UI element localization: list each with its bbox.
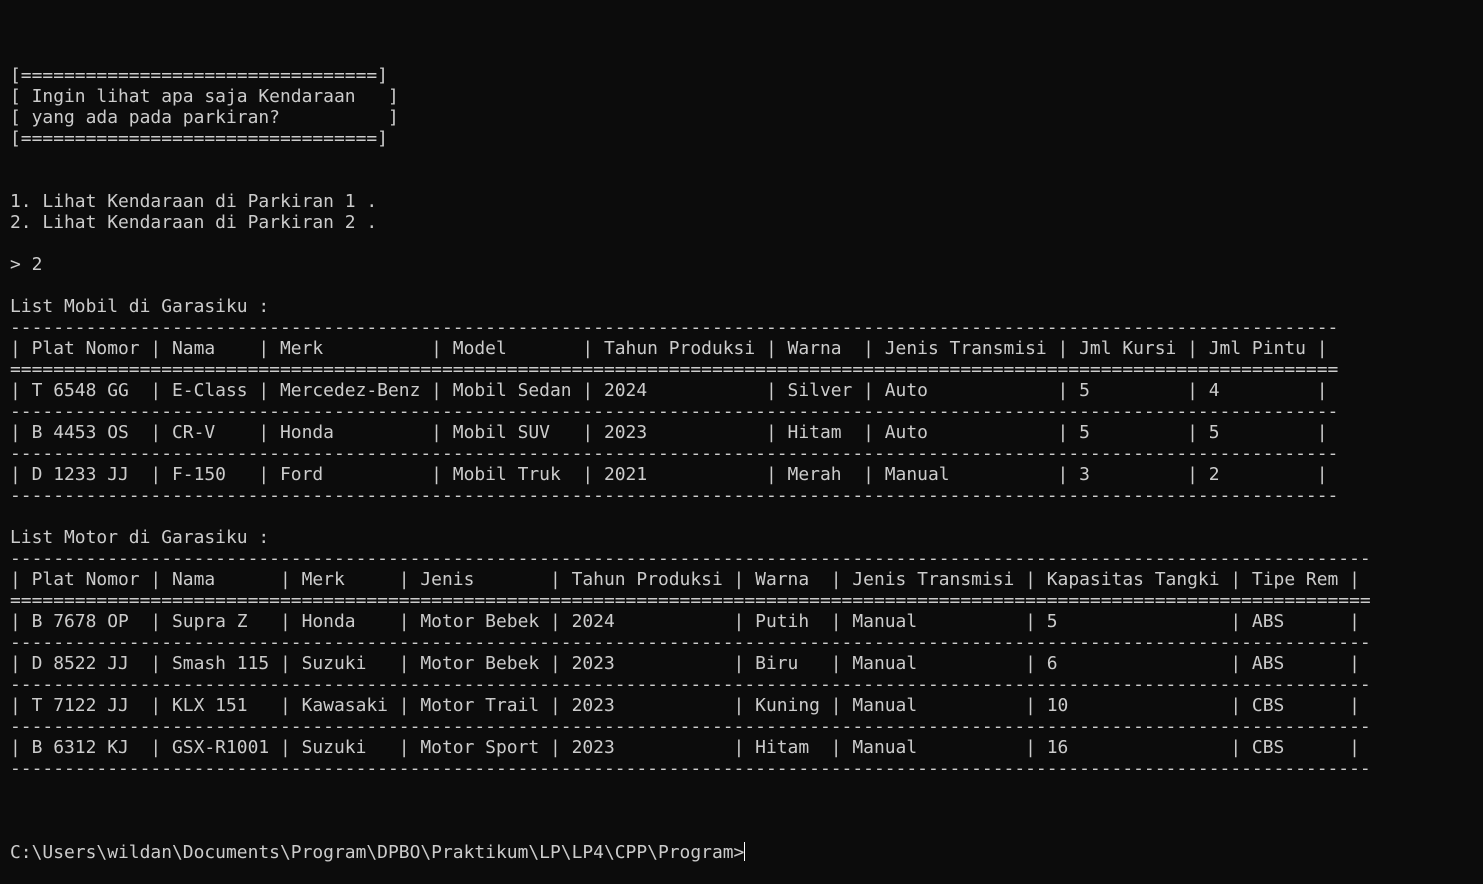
text-cursor	[744, 842, 746, 861]
terminal-line: ----------------------------------------…	[10, 674, 1371, 695]
terminal-line: [=================================]	[10, 65, 388, 86]
terminal-line: ========================================…	[10, 359, 1339, 380]
terminal-output[interactable]: [=================================][ Ing…	[10, 23, 1475, 884]
command-prompt-line[interactable]: C:\Users\wildan\Documents\Program\DPBO\P…	[10, 842, 1475, 863]
terminal-line: | B 4453 OS | CR-V | Honda | Mobil SUV |…	[10, 422, 1328, 443]
terminal-line: | Plat Nomor | Nama | Merk | Jenis | Tah…	[10, 569, 1360, 590]
terminal-line: ----------------------------------------…	[10, 548, 1371, 569]
terminal-line: ----------------------------------------…	[10, 401, 1339, 422]
terminal-line: ----------------------------------------…	[10, 317, 1339, 338]
terminal-line: List Motor di Garasiku :	[10, 527, 270, 548]
terminal-line: [ yang ada pada parkiran? ]	[10, 107, 399, 128]
command-prompt: C:\Users\wildan\Documents\Program\DPBO\P…	[10, 842, 745, 863]
terminal-line: | B 7678 OP | Supra Z | Honda | Motor Be…	[10, 611, 1360, 632]
terminal-line: ----------------------------------------…	[10, 485, 1339, 506]
terminal-line: [=================================]	[10, 128, 388, 149]
terminal-line: | B 6312 KJ | GSX-R1001 | Suzuki | Motor…	[10, 737, 1360, 758]
terminal-line: List Mobil di Garasiku :	[10, 296, 270, 317]
terminal-line: | T 7122 JJ | KLX 151 | Kawasaki | Motor…	[10, 695, 1360, 716]
terminal-line: [ Ingin lihat apa saja Kendaraan ]	[10, 86, 399, 107]
terminal-line: | T 6548 GG | E-Class | Mercedez-Benz | …	[10, 380, 1328, 401]
terminal-line: 2. Lihat Kendaraan di Parkiran 2 .	[10, 212, 378, 233]
terminal-line: ----------------------------------------…	[10, 632, 1371, 653]
terminal-line: 1. Lihat Kendaraan di Parkiran 1 .	[10, 191, 378, 212]
terminal-line: | D 1233 JJ | F-150 | Ford | Mobil Truk …	[10, 464, 1328, 485]
terminal-line: ========================================…	[10, 590, 1371, 611]
terminal-line: > 2	[10, 254, 43, 275]
terminal-line: | D 8522 JJ | Smash 115 | Suzuki | Motor…	[10, 653, 1360, 674]
terminal-line: | Plat Nomor | Nama | Merk | Model | Tah…	[10, 338, 1328, 359]
terminal-line: ----------------------------------------…	[10, 716, 1371, 737]
terminal-lines: [=================================][ Ing…	[10, 65, 1475, 800]
terminal-line: ----------------------------------------…	[10, 443, 1339, 464]
terminal-line: ----------------------------------------…	[10, 758, 1371, 779]
